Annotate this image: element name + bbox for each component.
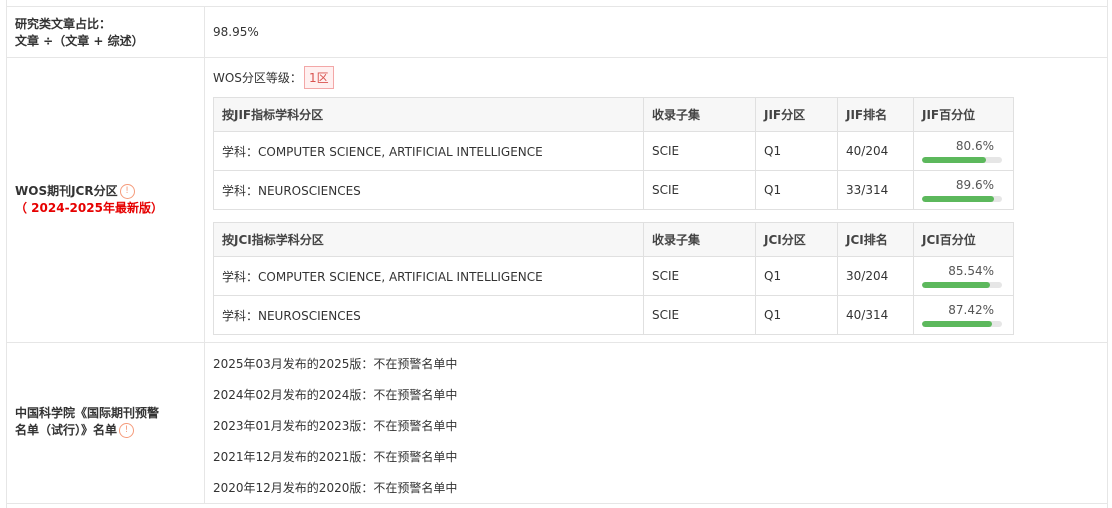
percentile-bar xyxy=(922,157,1002,163)
jci-subset: SCIE xyxy=(643,295,756,335)
table-row: 学科：COMPUTER SCIENCE, ARTIFICIAL INTELLIG… xyxy=(213,256,1014,296)
wos-jcr-row: WOS期刊JCR分区! （ 2024-2025年最新版） WOS分区等级： 1区 … xyxy=(7,57,1107,343)
jif-header-3: JIF排名 xyxy=(837,97,914,132)
warning-entry: 2021年12月发布的2021版：不在预警名单中 xyxy=(213,450,458,464)
wos-level-badge: 1区 xyxy=(303,66,334,89)
jif-header-1: 收录子集 xyxy=(643,97,756,132)
percentile-bar-fill xyxy=(922,321,992,327)
jci-header-0: 按JCI指标学科分区 xyxy=(213,222,644,257)
jif-rank: 33/314 xyxy=(837,170,914,210)
warning-entry: 2024年02月发布的2024版：不在预警名单中 xyxy=(213,388,458,402)
jci-percentile-cell: 85.54% xyxy=(913,256,1014,296)
percentile-bar-fill xyxy=(922,282,991,288)
research-ratio-row: 研究类文章占比： 文章 ÷（文章 + 综述） 98.95% xyxy=(7,6,1107,58)
jci-rank: 40/314 xyxy=(837,295,914,335)
warning-entry: 2023年01月发布的2023版：不在预警名单中 xyxy=(213,419,458,433)
jif-header-4: JIF百分位 xyxy=(913,97,1014,132)
jci-rank: 30/204 xyxy=(837,256,914,296)
jif-subject: 学科：COMPUTER SCIENCE, ARTIFICIAL INTELLIG… xyxy=(213,131,644,171)
jci-subject: 学科：COMPUTER SCIENCE, ARTIFICIAL INTELLIG… xyxy=(213,256,644,296)
jci-header-2: JCI分区 xyxy=(755,222,838,257)
jci-percentile-text: 87.42% xyxy=(948,303,994,317)
jif-subset: SCIE xyxy=(643,131,756,171)
jci-header-3: JCI排名 xyxy=(837,222,914,257)
wos-level: WOS分区等级： 1区 xyxy=(213,66,334,89)
wos-jcr-label: WOS期刊JCR分区! （ 2024-2025年最新版） xyxy=(15,184,163,215)
jif-quartile: Q1 xyxy=(755,131,838,171)
jci-percentile-text: 85.54% xyxy=(948,264,994,278)
jci-table: 按JCI指标学科分区 收录子集 JCI分区 JCI排名 JCI百分位 学科：COMPUT… xyxy=(213,222,1014,335)
jif-percentile-text: 80.6% xyxy=(955,139,994,153)
jif-subset: SCIE xyxy=(643,170,756,210)
jci-header-1: 收录子集 xyxy=(643,222,756,257)
jci-quartile: Q1 xyxy=(755,256,838,296)
jci-header-4: JCI百分位 xyxy=(913,222,1014,257)
jif-table: 按JIF指标学科分区 收录子集 JIF分区 JIF排名 JIF百分位 学科：COMPUT… xyxy=(213,97,1014,210)
jif-subject: 学科：NEUROSCIENCES xyxy=(213,170,644,210)
jci-quartile: Q1 xyxy=(755,295,838,335)
percentile-bar-fill xyxy=(922,157,987,163)
jif-header-2: JIF分区 xyxy=(755,97,838,132)
wos-jcr-year: （ 2024-2025年最新版） xyxy=(15,201,163,215)
jif-header-0: 按JIF指标学科分区 xyxy=(213,97,644,132)
info-icon[interactable]: ! xyxy=(119,184,135,199)
jci-subset: SCIE xyxy=(643,256,756,296)
jif-quartile: Q1 xyxy=(755,170,838,210)
journal-info-table: 研究类文章占比： 文章 ÷（文章 + 综述） 98.95% WOS期刊JCR分区… xyxy=(6,0,1108,508)
percentile-bar-fill xyxy=(922,196,994,202)
jif-percentile-cell: 80.6% xyxy=(913,131,1014,171)
table-row: 学科：NEUROSCIENCES SCIE Q1 40/314 87.42% xyxy=(213,295,1014,335)
research-ratio-value: 98.95% xyxy=(213,25,259,39)
jci-subject: 学科：NEUROSCIENCES xyxy=(213,295,644,335)
table-row: 学科：COMPUTER SCIENCE, ARTIFICIAL INTELLIG… xyxy=(213,131,1014,171)
warning-entry: 2025年03月发布的2025版：不在预警名单中 xyxy=(213,357,458,371)
warning-list-label: 中国科学院《国际期刊预警 名单（试行）》名单! xyxy=(15,406,160,438)
percentile-bar xyxy=(922,196,1002,202)
jif-percentile-text: 89.6% xyxy=(955,178,994,192)
jif-rank: 40/204 xyxy=(837,131,914,171)
warning-entry: 2020年12月发布的2020版：不在预警名单中 xyxy=(213,481,458,495)
research-ratio-label: 研究类文章占比： 文章 ÷（文章 + 综述） xyxy=(15,17,144,48)
warning-list-row: 中国科学院《国际期刊预警 名单（试行）》名单! 2025年03月发布的2025版… xyxy=(7,342,1107,504)
jci-percentile-cell: 87.42% xyxy=(913,295,1014,335)
jif-percentile-cell: 89.6% xyxy=(913,170,1014,210)
info-icon[interactable]: ! xyxy=(119,423,135,438)
table-row: 学科：NEUROSCIENCES SCIE Q1 33/314 89.6% xyxy=(213,170,1014,210)
percentile-bar xyxy=(922,321,1002,327)
percentile-bar xyxy=(922,282,1002,288)
